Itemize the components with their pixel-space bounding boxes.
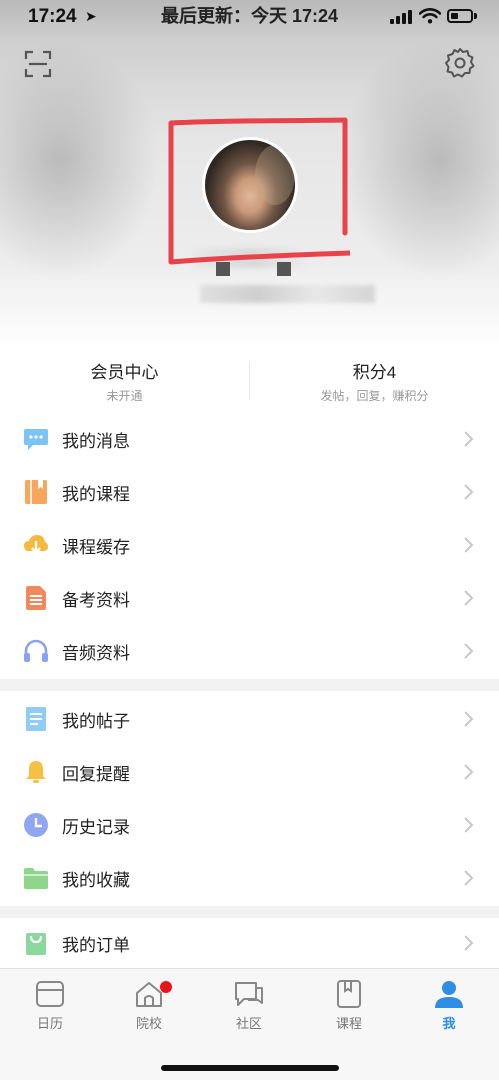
menu-item-messages[interactable]: 我的消息 (0, 412, 499, 465)
menu-group-community: 我的帖子 回复提醒 历史记录 我的收藏 (0, 692, 499, 904)
menu-item-favorites[interactable]: 我的收藏 (0, 851, 499, 904)
tab-community[interactable]: 社区 (199, 979, 299, 1035)
menu-group-orders: 我的订单 (0, 918, 499, 971)
chevron-right-icon (464, 484, 474, 500)
menu-item-course-cache[interactable]: 课程缓存 (0, 518, 499, 571)
tab-courses[interactable]: 课程 (299, 979, 399, 1035)
points-title: 积分4 (352, 363, 397, 382)
stats-row: 会员中心 未开通 积分4 发帖，回复，赚积分 (0, 350, 499, 412)
document-icon (26, 586, 46, 610)
menu-item-label: 我的收藏 (62, 871, 130, 890)
menu-item-courses[interactable]: 我的课程 (0, 465, 499, 518)
chevron-right-icon (464, 537, 474, 553)
menu-item-my-posts[interactable]: 我的帖子 (0, 692, 499, 745)
user-icon (435, 981, 463, 1008)
points[interactable]: 积分4 发帖，回复，赚积分 (250, 358, 499, 404)
member-center[interactable]: 会员中心 未开通 (0, 358, 249, 404)
post-icon (26, 707, 46, 731)
menu-item-orders[interactable]: 我的订单 (0, 918, 499, 971)
status-bar: 17:24 ➤ 最后更新：今天 17:24 (0, 0, 499, 30)
gear-icon[interactable] (444, 47, 476, 79)
clock-icon (24, 813, 48, 837)
chevron-right-icon (464, 764, 474, 780)
battery-tip (474, 13, 477, 19)
menu-item-exam-materials[interactable]: 备考资料 (0, 571, 499, 624)
chevron-right-icon (464, 935, 474, 951)
menu-item-label: 我的订单 (62, 936, 130, 955)
tab-label: 院校 (135, 1016, 162, 1031)
wifi-icon (419, 8, 441, 24)
book-tab-icon (337, 980, 361, 1008)
menu-item-history[interactable]: 历史记录 (0, 798, 499, 851)
bottom-tab-bar: 日历 院校 社区 课程 我 (0, 968, 499, 1080)
menu-item-label: 历史记录 (62, 818, 130, 837)
notification-badge (160, 981, 172, 993)
chevron-right-icon (464, 711, 474, 727)
school-icon (136, 982, 162, 1007)
scan-icon[interactable] (24, 50, 52, 78)
menu-item-label: 我的帖子 (62, 712, 130, 731)
bell-icon (26, 761, 46, 783)
section-divider (0, 906, 499, 918)
tab-label: 日历 (36, 1016, 63, 1031)
chevron-right-icon (464, 590, 474, 606)
tab-label: 课程 (335, 1016, 362, 1031)
folder-icon (24, 868, 48, 889)
section-divider (0, 679, 499, 691)
menu-group-learning: 我的消息 我的课程 课程缓存 备考资料 音频资料 (0, 412, 499, 677)
battery-icon (447, 9, 473, 23)
menu-item-reply-reminders[interactable]: 回复提醒 (0, 745, 499, 798)
message-icon (24, 429, 48, 450)
points-hint: 发帖，回复，赚积分 (320, 389, 429, 403)
menu-item-audio-materials[interactable]: 音频资料 (0, 624, 499, 677)
tab-calendar[interactable]: 日历 (0, 979, 100, 1035)
chevron-right-icon (464, 870, 474, 886)
chevron-right-icon (464, 431, 474, 447)
chevron-right-icon (464, 817, 474, 833)
menu-item-label: 我的消息 (62, 432, 130, 451)
red-annotation-box (168, 117, 350, 265)
menu-item-label: 我的课程 (62, 485, 130, 504)
menu-item-label: 备考资料 (62, 591, 130, 610)
cellular-signal-icon (390, 10, 414, 24)
member-center-title: 会员中心 (90, 363, 159, 382)
tab-label: 社区 (235, 1016, 262, 1031)
menu-item-label: 课程缓存 (62, 538, 130, 557)
menu-item-label: 音频资料 (62, 644, 130, 663)
user-info-blurred (200, 285, 375, 303)
tab-schools[interactable]: 院校 (99, 979, 199, 1035)
calendar-icon (36, 981, 64, 1007)
book-icon (25, 480, 47, 504)
home-indicator (161, 1065, 339, 1071)
cloud-download-icon (24, 535, 48, 555)
chevron-right-icon (464, 643, 474, 659)
chat-icon (235, 982, 263, 1006)
member-center-status: 未开通 (106, 389, 143, 403)
tab-label: 我 (442, 1016, 456, 1031)
shopping-bag-icon (26, 933, 46, 955)
menu-item-label: 回复提醒 (62, 765, 130, 784)
headphones-icon (24, 639, 48, 662)
profile-header: 17:24 ➤ 最后更新：今天 17:24 (0, 0, 499, 350)
tab-me[interactable]: 我 (399, 979, 499, 1035)
